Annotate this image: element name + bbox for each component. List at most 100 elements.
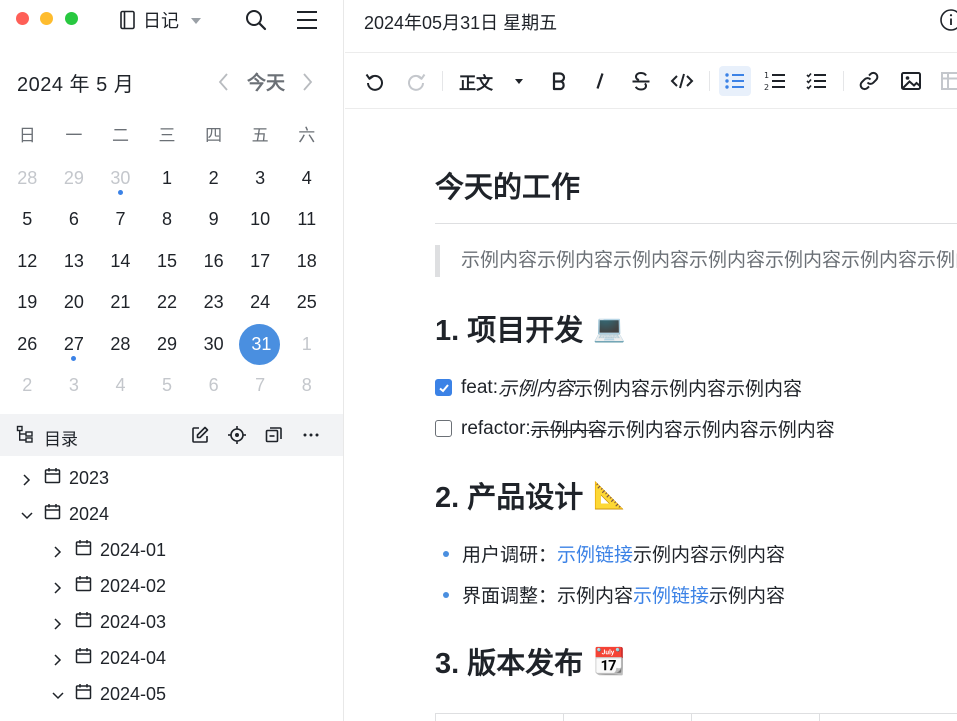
menu-button[interactable] [295,8,319,32]
calendar-day[interactable]: 17 [237,241,284,283]
calendar-day[interactable]: 14 [97,241,144,283]
calendar-day[interactable]: 30 [97,158,144,200]
window-zoom-button[interactable] [65,12,78,25]
calendar-day[interactable]: 2 [190,158,237,200]
calendar-day-selected[interactable]: 31 [237,323,284,366]
task-checkbox-checked[interactable] [435,379,452,396]
strikethrough-button[interactable] [629,69,653,93]
numbered-list-button[interactable]: 12 [763,69,787,93]
chevron-right-icon[interactable] [51,543,65,558]
calendar-day[interactable]: 16 [190,241,237,283]
paragraph-style-select[interactable]: 正文 [459,69,523,94]
code-button[interactable] [670,69,694,93]
previous-month-button[interactable] [216,70,232,94]
toc-tree-item[interactable]: 2024 [0,496,343,532]
calendar-day[interactable]: 29 [144,324,191,366]
calendar-day[interactable]: 8 [144,199,191,241]
calendar-day[interactable]: 23 [190,282,237,324]
example-link[interactable]: 示例链接 [557,540,633,567]
search-button[interactable] [244,8,268,32]
calendar-day[interactable]: 19 [4,282,51,324]
calendar-icon [44,467,61,489]
entry-indicator-dot [71,356,77,361]
today-button[interactable]: 今天 [247,68,285,95]
calendar-day[interactable]: 9 [190,199,237,241]
calendar-day[interactable]: 1 [283,324,330,366]
calendar-day[interactable]: 4 [283,158,330,200]
example-link[interactable]: 示例链接 [633,581,709,608]
calendar-day[interactable]: 25 [283,282,330,324]
toc-tree-item[interactable]: 2024-01 [0,532,343,568]
calendar-day[interactable]: 4 [97,365,144,407]
next-month-button[interactable] [299,70,315,94]
calendar-day[interactable]: 13 [51,241,98,283]
calendar-day[interactable]: 6 [190,365,237,407]
bold-button[interactable] [547,69,571,93]
document-title[interactable]: 今天的工作 [435,164,580,206]
calendar-day[interactable]: 24 [237,282,284,324]
calendar-day[interactable]: 5 [144,365,191,407]
calendar-day[interactable]: 8 [283,365,330,407]
calendar-day[interactable]: 3 [51,365,98,407]
calendar-day[interactable]: 10 [237,199,284,241]
window-minimize-button[interactable] [40,12,53,25]
notebook-selector[interactable]: 日记 [119,8,201,32]
chevron-right-icon[interactable] [51,579,65,594]
italic-button[interactable] [588,69,612,93]
task-checkbox-unchecked[interactable] [435,420,452,437]
calendar-day[interactable]: 29 [51,158,98,200]
calendar-day[interactable]: 22 [144,282,191,324]
chevron-right-icon[interactable] [20,471,34,486]
calendar-day[interactable]: 18 [283,241,330,283]
toc-tree-item[interactable]: 2024-02 [0,568,343,604]
calendar-day[interactable]: 7 [97,199,144,241]
redo-button[interactable] [404,69,428,93]
calendar-day[interactable]: 7 [237,365,284,407]
toc-tree-item[interactable]: 2024-05 [0,676,343,712]
heading-release[interactable]: 3. 版本发布 📆 [435,640,626,682]
locate-current-button[interactable] [227,425,247,445]
chevron-down-icon[interactable] [51,687,65,701]
day-number: 4 [115,375,126,395]
calendar-day[interactable]: 28 [4,158,51,200]
heading-project-development[interactable]: 1. 项目开发 💻 [435,307,626,349]
info-button[interactable] [939,8,957,37]
calendar-day[interactable]: 28 [97,324,144,366]
calendar-day[interactable]: 12 [4,241,51,283]
calendar-day[interactable]: 30 [190,324,237,366]
calendar-day[interactable]: 1 [144,158,191,200]
chevron-down-icon[interactable] [20,507,34,521]
task-list-button[interactable] [805,69,829,93]
bullet-list-button[interactable] [719,66,751,96]
calendar-day[interactable]: 5 [4,199,51,241]
calendar-day[interactable]: 27 [51,324,98,366]
undo-button[interactable] [363,69,387,93]
weekday-label: 六 [298,126,316,145]
collapse-all-button[interactable] [264,425,284,445]
blockquote[interactable]: 示例内容示例内容示例内容示例内容示例内容示例内容示例内容 [435,245,957,277]
chevron-right-icon[interactable] [51,615,65,630]
new-entry-button[interactable] [190,425,210,445]
calendar-day[interactable]: 21 [97,282,144,324]
calendar-day[interactable]: 15 [144,241,191,283]
window-close-button[interactable] [16,12,29,25]
toc-tree-item[interactable]: 2023 [0,460,343,496]
more-options-icon[interactable] [301,425,321,445]
image-button[interactable] [899,69,923,93]
calendar-week-row: 19 20 21 22 23 24 25 [4,282,330,324]
calendar-day[interactable]: 26 [4,324,51,366]
link-button[interactable] [857,69,881,93]
calendar-day[interactable]: 3 [237,158,284,200]
table-button[interactable] [939,69,957,93]
calendar-day[interactable]: 20 [51,282,98,324]
toc-tree-item[interactable]: 2024-03 [0,604,343,640]
calendar-day[interactable]: 6 [51,199,98,241]
toolbar-divider [709,71,710,91]
sidebar: 日记 2024 年 5 月 今天 日一二三四五六 28 29 30 1 2 3 4 5 6 7 8 9… [0,0,344,721]
heading-product-design[interactable]: 2. 产品设计 📐 [435,474,626,516]
toc-tree-item[interactable]: 2024-04 [0,640,343,676]
chevron-right-icon[interactable] [51,651,65,666]
link-icon [859,71,879,91]
calendar-day[interactable]: 2 [4,365,51,407]
calendar-day[interactable]: 11 [283,199,330,241]
